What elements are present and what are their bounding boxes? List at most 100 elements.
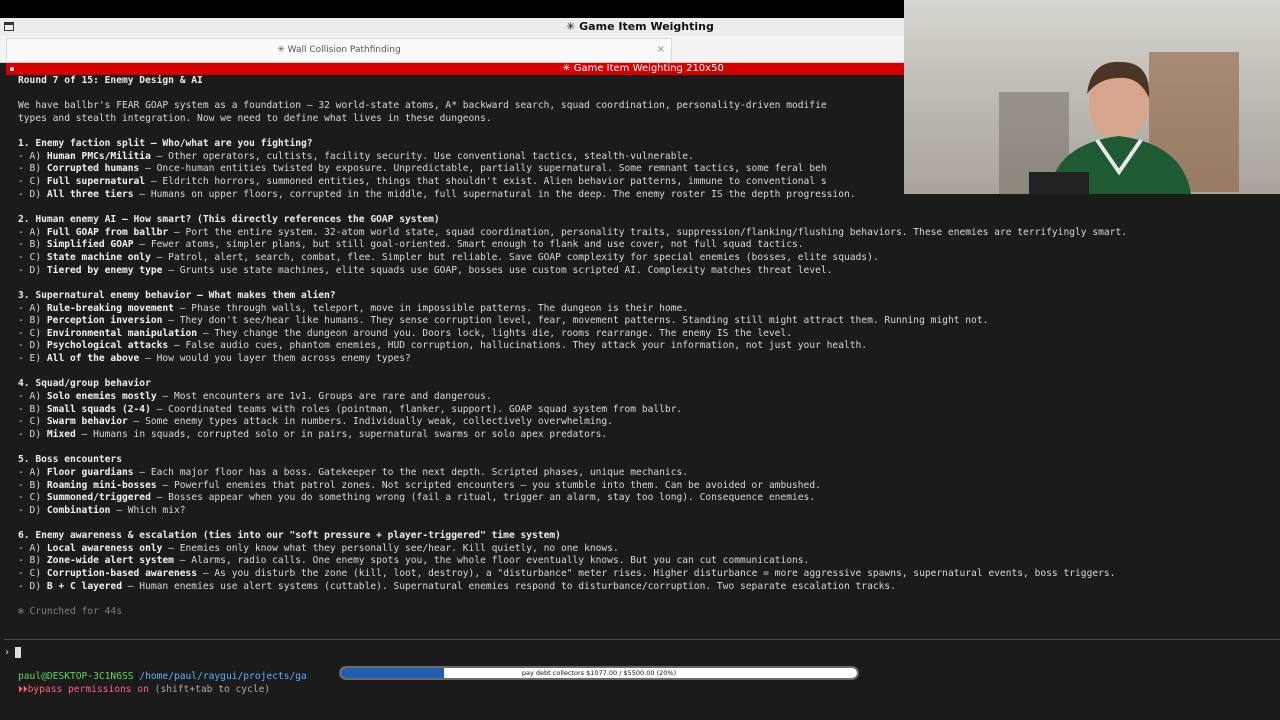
prompt-input[interactable]: › [4, 646, 22, 660]
option-title: Solo enemies mostly [46, 391, 157, 403]
line-text: — Fewer atoms, simpler plans, but still … [133, 239, 804, 251]
status-note: ✻ Crunched for 44s [18, 606, 1276, 619]
line-text: — As you disturb the zone (kill, loot, d… [197, 567, 1116, 579]
tab-label: ✳ Wall Collision Pathfinding [277, 45, 401, 55]
option-title: All of the above [46, 353, 140, 365]
line-text: — They don't see/hear like humans. They … [162, 315, 989, 327]
option-title: State machine only [46, 251, 151, 263]
terminal-line: - D) B + C layered — Human enemies use a… [18, 581, 1276, 594]
section-heading: 5. Boss encounters [18, 454, 1276, 467]
line-text: - D) [18, 580, 47, 592]
line-text: - A) [18, 466, 47, 478]
line-text: 6. Enemy awareness & escalation (ties in… [18, 530, 561, 542]
option-title: Roaming mini-bosses [46, 479, 157, 491]
line-text: — Once-human entities twisted by exposur… [139, 163, 827, 175]
option-title: Full supernatural [46, 176, 146, 188]
line-text: — Some enemy types attack in numbers. In… [127, 416, 613, 428]
line-text: — Which mix? [110, 504, 186, 516]
terminal-line: - C) Swarm behavior — Some enemy types a… [18, 416, 1276, 429]
option-title: B + C layered [46, 580, 122, 592]
terminal-line: - C) Environmental manipulation — They c… [18, 328, 1276, 341]
option-title: Rule-breaking movement [46, 302, 174, 314]
line-text: - D) [18, 188, 47, 200]
line-text: - A) [18, 542, 47, 554]
line-text: ✻ Crunched for 44s [18, 605, 122, 617]
line-text: - B) [18, 555, 47, 567]
line-text: — Human enemies use alert systems (cutta… [121, 580, 896, 592]
option-title: Perception inversion [46, 315, 163, 327]
line-text: - B) [18, 403, 47, 415]
line-text: 3. Supernatural enemy behavior — What ma… [18, 289, 336, 301]
terminal-line: - C) Summoned/triggered — Bosses appear … [18, 492, 1276, 505]
line-text: 5. Boss encounters [18, 454, 122, 466]
line-text: — Phase through walls, teleport, move in… [173, 302, 689, 314]
line-text: Round 7 of 15: Enemy Design & AI [18, 75, 203, 86]
debt-progress-bar: pay debt collectors $1077.00 / $5500.00 … [339, 666, 859, 680]
line-text: We have ballbr's FEAR GOAP system as a f… [18, 100, 827, 112]
line-text: — Grunts use state machines, elite squad… [162, 264, 833, 276]
text-cursor [15, 646, 22, 658]
option-title: Corrupted humans [46, 163, 140, 175]
line-text: - E) [18, 353, 47, 365]
terminal-line: - D) Mixed — Humans in squads, corrupted… [18, 429, 1276, 442]
option-title: Summoned/triggered [46, 492, 151, 504]
status-line: paul@DESKTOP-3C1N6SS:/home/paul/raygui/p… [18, 671, 307, 683]
terminal-line: - A) Solo enemies mostly — Most encounte… [18, 391, 1276, 404]
line-text: - A) [18, 226, 47, 238]
line-text: — Bosses appear when you do something wr… [150, 492, 816, 504]
line-text: - B) [18, 315, 47, 327]
line-text: - A) [18, 302, 47, 314]
option-title: Human PMCs/Militia [46, 150, 151, 162]
progress-label: pay debt collectors $1077.00 / $5500.00 … [521, 669, 677, 677]
line-text: — They change the dungeon around you. Do… [197, 327, 792, 339]
prompt-symbol: › [4, 647, 11, 658]
line-text: types and stealth integration. Now we ne… [18, 112, 492, 124]
line-text: - C) [18, 416, 47, 428]
line-text: — Eldritch horrors, summoned entities, t… [145, 176, 827, 188]
terminal-line: - B) Simplified GOAP — Fewer atoms, simp… [18, 239, 1276, 252]
line-text: - A) [18, 150, 47, 162]
section-heading: 4. Squad/group behavior [18, 378, 1276, 391]
user-host: paul@DESKTOP-3C1N6SS [18, 671, 134, 682]
permission-state: bypass permissions on [27, 684, 149, 695]
line-text: — Alarms, radio calls. One enemy spots y… [173, 555, 810, 567]
terminal-line: - E) All of the above — How would you la… [18, 353, 1276, 366]
line-text: — Port the entire system. 32-atom world … [168, 226, 1127, 238]
line-text: - B) [18, 479, 47, 491]
option-title: Small squads (2-4) [46, 403, 151, 415]
line-text: - D) [18, 264, 47, 276]
line-text: - C) [18, 251, 47, 263]
working-directory: /home/paul/raygui/projects/ga [139, 671, 307, 682]
line-text: - D) [18, 504, 47, 516]
line-text: — Humans in squads, corrupted solo or in… [75, 428, 608, 440]
permission-hint: (shift+tab to cycle) [148, 684, 271, 695]
line-text: - A) [18, 391, 47, 403]
option-title: Zone-wide alert system [46, 555, 174, 567]
webcam-overlay [904, 0, 1280, 194]
line-text: — False audio cues, phantom enemies, HUD… [168, 340, 868, 352]
line-text: - D) [18, 428, 47, 440]
tab-wall-collision-pathfinding[interactable]: ✳ Wall Collision Pathfinding × [6, 38, 672, 61]
terminal-line: - A) Floor guardians — Each major floor … [18, 467, 1276, 480]
close-icon[interactable]: × [657, 39, 665, 61]
option-title: Floor guardians [46, 466, 134, 478]
webcam-person-image [999, 52, 1239, 194]
option-title: Tiered by enemy type [46, 264, 163, 276]
fast-forward-icon: ⏵⏵ [18, 684, 28, 695]
line-text: — Patrol, alert, search, combat, flee. S… [150, 251, 879, 263]
option-title: All three tiers [46, 188, 134, 200]
line-text: - C) [18, 327, 47, 339]
option-title: Swarm behavior [46, 416, 128, 428]
terminal-line: - A) Local awareness only — Enemies only… [18, 543, 1276, 556]
terminal-line: - D) Combination — Which mix? [18, 505, 1276, 518]
line-text: — Humans on upper floors, corrupted in t… [133, 188, 856, 200]
terminal-line: - B) Perception inversion — They don't s… [18, 315, 1276, 328]
input-divider [4, 639, 1280, 640]
terminal-line: - A) Rule-breaking movement — Phase thro… [18, 303, 1276, 316]
line-text: - B) [18, 163, 47, 175]
window-icon[interactable] [4, 22, 14, 31]
